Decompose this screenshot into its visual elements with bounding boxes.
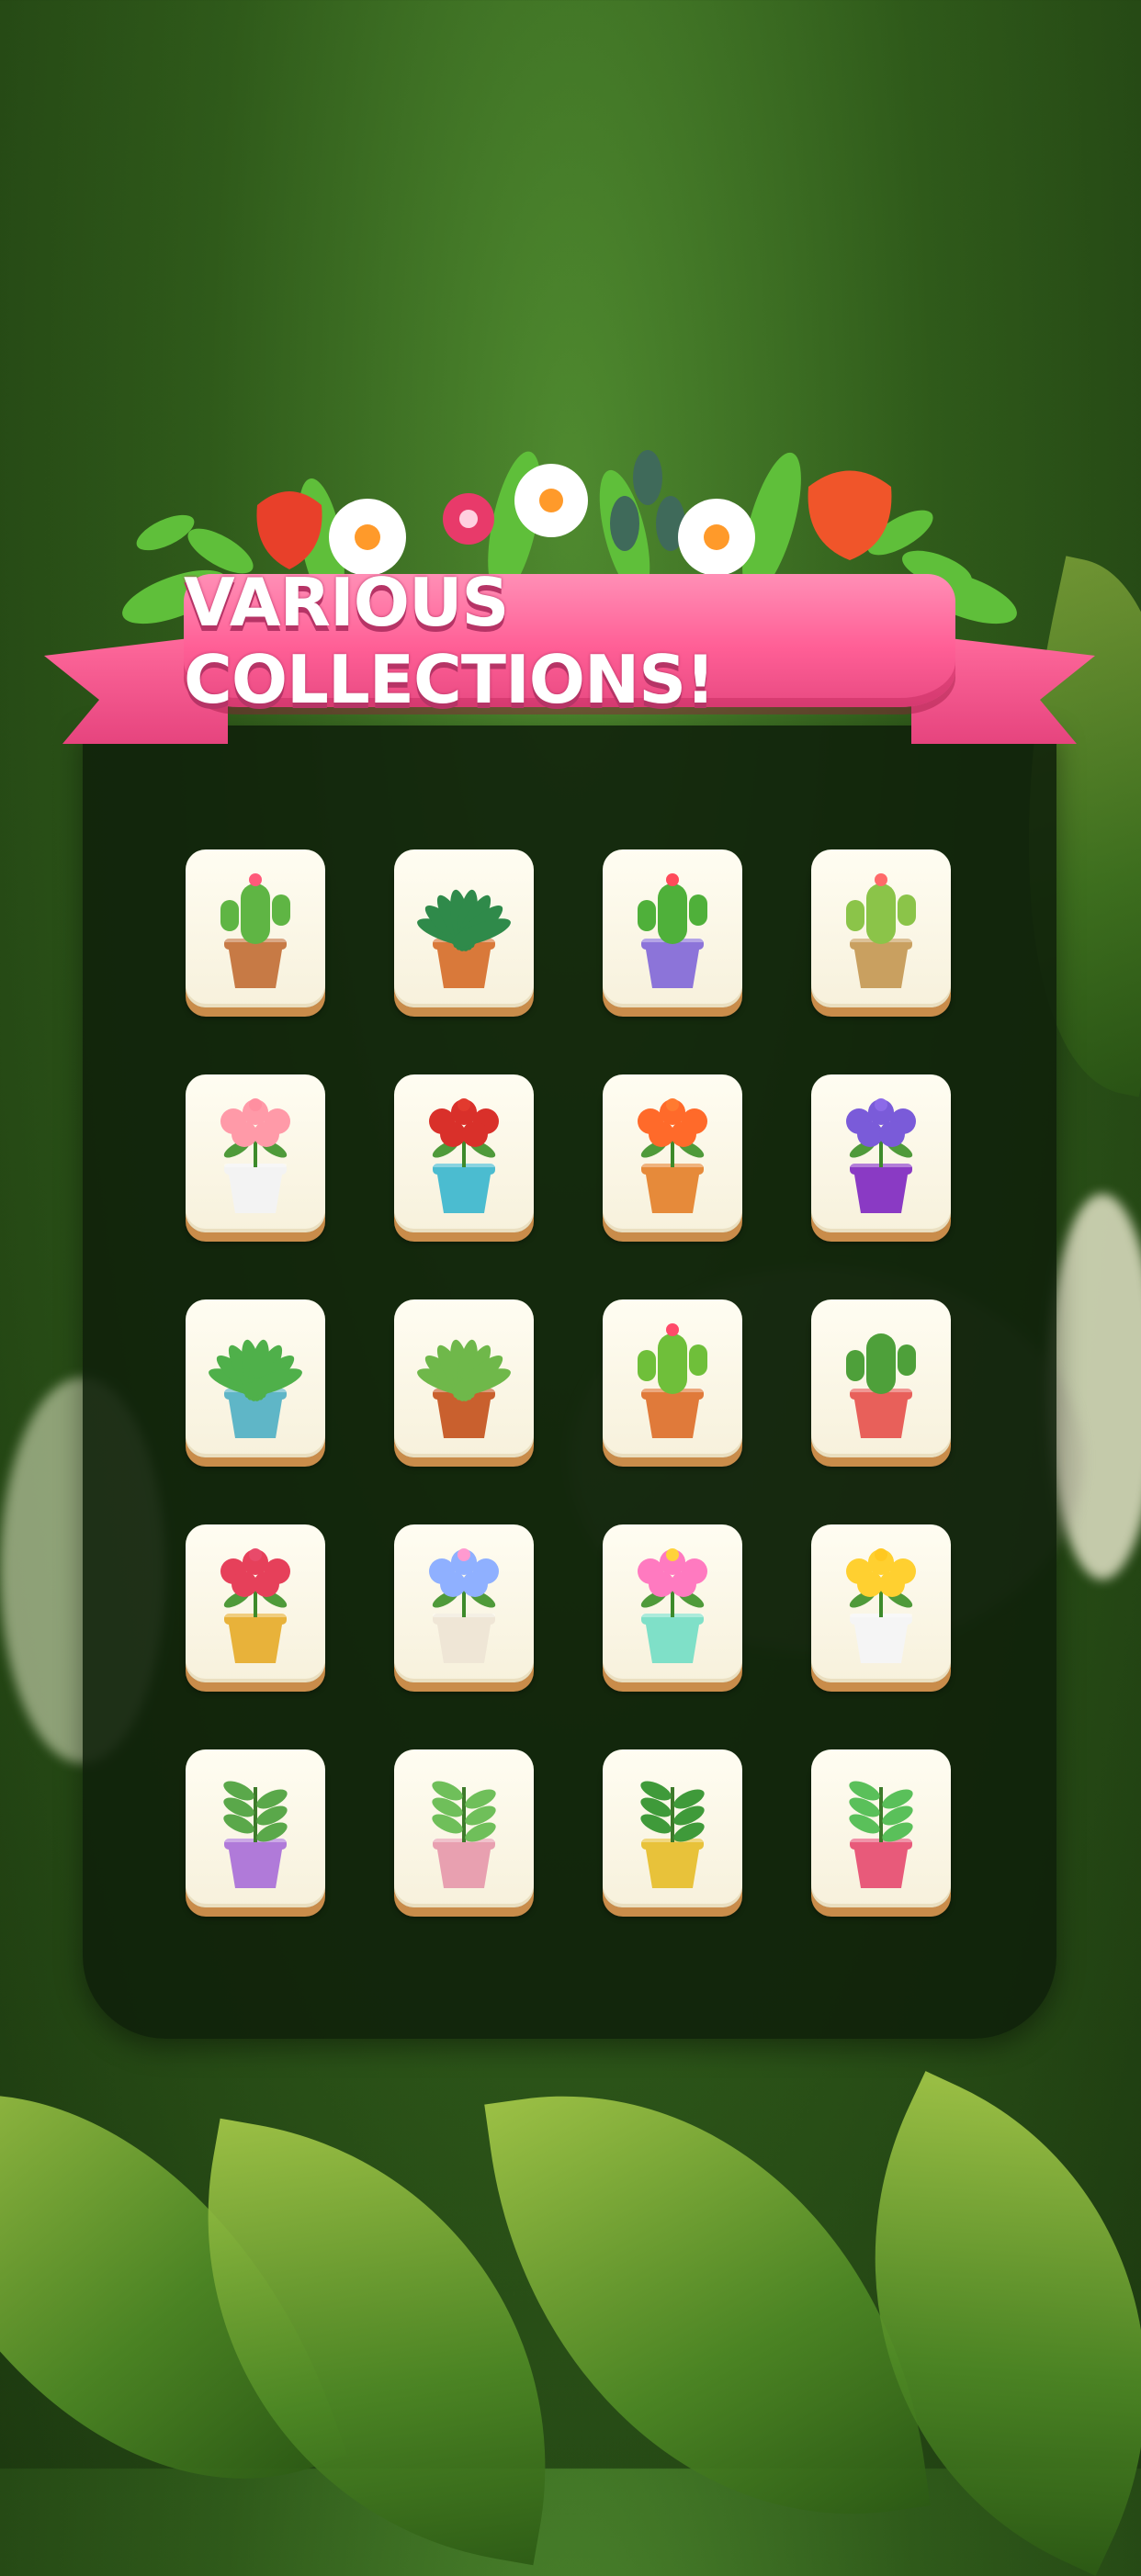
succulent-rosette-icon xyxy=(417,889,511,988)
collection-tile[interactable] xyxy=(394,1299,534,1457)
cactus-pink-flower-icon xyxy=(220,873,290,988)
pink-tulips-gold-pot-icon xyxy=(220,1548,290,1663)
purple-flowers-vase-icon xyxy=(846,1098,916,1213)
collection-tile[interactable] xyxy=(394,1524,534,1682)
collection-tile[interactable] xyxy=(603,1074,742,1232)
aloe-terracotta-icon xyxy=(417,1339,511,1438)
pink-roses-bouquet-icon xyxy=(220,1098,290,1213)
yellow-daffodil-vase-icon xyxy=(846,1548,916,1663)
collection-panel xyxy=(83,726,1056,2039)
orange-lily-pot-icon xyxy=(638,1098,707,1213)
title-banner: VARIOUS COLLECTIONS! xyxy=(37,422,1102,790)
leafy-plant-pink-pot-icon xyxy=(432,1781,496,1888)
banner-title: VARIOUS COLLECTIONS! xyxy=(184,563,716,718)
prickly-pear-cactus-icon xyxy=(846,873,916,988)
collection-tile[interactable] xyxy=(811,1299,951,1457)
ribbon: VARIOUS COLLECTIONS! xyxy=(184,564,955,718)
wildflower-pitcher-icon xyxy=(429,1548,499,1663)
collection-tile[interactable] xyxy=(603,849,742,1007)
collection-tile[interactable] xyxy=(186,1074,325,1232)
collection-tile[interactable] xyxy=(811,1074,951,1232)
background-leaf xyxy=(484,2051,931,2559)
palm-pink-pot-icon xyxy=(849,1781,913,1888)
collection-tile[interactable] xyxy=(394,1074,534,1232)
round-cactus-icon xyxy=(638,873,707,988)
fern-purple-pot-icon xyxy=(223,1781,288,1888)
collection-tile[interactable] xyxy=(186,1524,325,1682)
collection-tile[interactable] xyxy=(811,849,951,1007)
collection-tile[interactable] xyxy=(811,1524,951,1682)
collection-tile[interactable] xyxy=(394,1749,534,1907)
collection-grid xyxy=(186,849,954,1915)
cactus-orange-pot-icon xyxy=(638,1323,707,1438)
saguaro-cactus-icon xyxy=(846,1333,916,1438)
collection-tile[interactable] xyxy=(186,849,325,1007)
red-tulips-vase-icon xyxy=(429,1098,499,1213)
collection-tile[interactable] xyxy=(603,1749,742,1907)
collection-tile[interactable] xyxy=(186,1749,325,1907)
collection-tile[interactable] xyxy=(394,849,534,1007)
jade-plant-yellow-pot-icon xyxy=(640,1781,705,1888)
collection-tile[interactable] xyxy=(811,1749,951,1907)
echeveria-blue-pot-icon xyxy=(209,1339,302,1438)
mixed-flowers-vase-icon xyxy=(638,1548,707,1663)
collection-tile[interactable] xyxy=(603,1524,742,1682)
collection-tile[interactable] xyxy=(186,1299,325,1457)
collection-tile[interactable] xyxy=(603,1299,742,1457)
